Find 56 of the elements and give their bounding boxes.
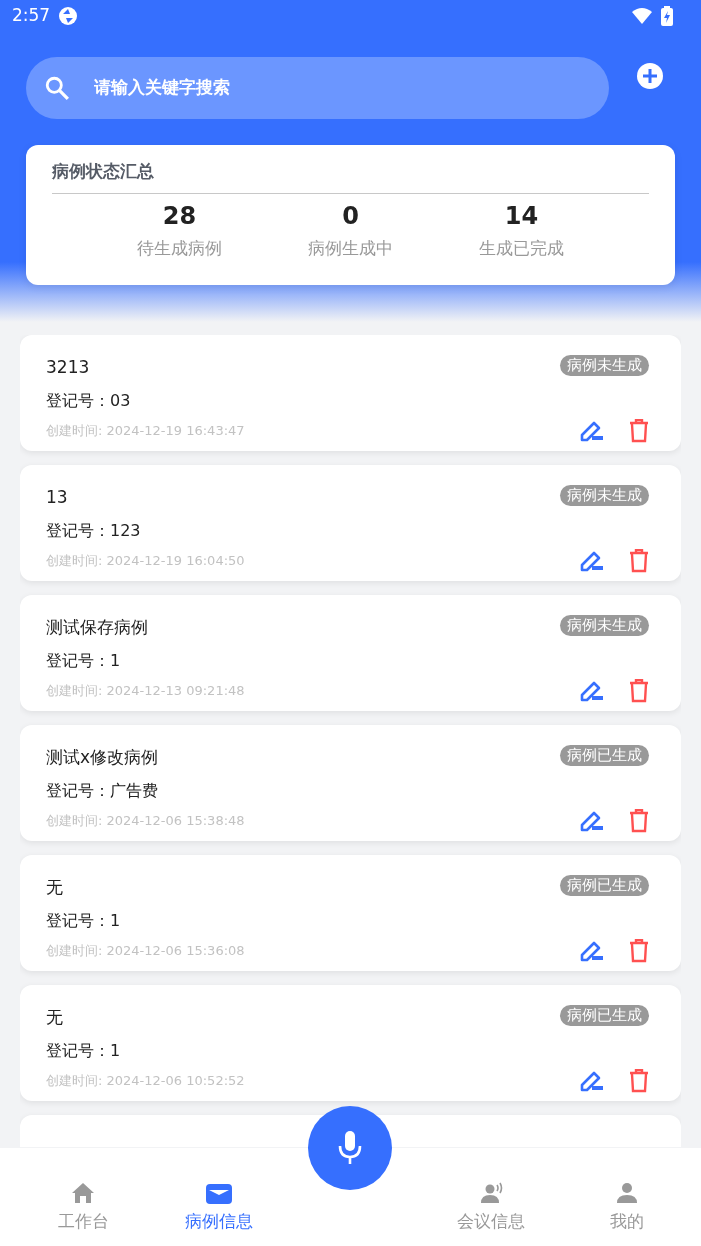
register-number: 登记号：1 (46, 909, 122, 932)
case-card[interactable]: 13 病例未生成 登记号：123 创建时间: 2024-12-19 16:04:50 (20, 465, 681, 581)
case-title: 测试保存病例 (46, 616, 148, 639)
tab[interactable]: 病例信息 (151, 1148, 288, 1246)
battery-icon (661, 6, 673, 26)
delete-icon[interactable] (629, 418, 649, 443)
case-card[interactable]: 无 病例已生成 登记号：1 创建时间: 2024-12-06 15:36:08 (20, 855, 681, 971)
case-title: 13 (46, 486, 68, 509)
delete-icon[interactable] (629, 548, 649, 573)
wifi-icon (631, 7, 653, 25)
created-time: 创建时间: 2024-12-06 10:52:52 (46, 1071, 245, 1090)
delete-icon[interactable] (629, 678, 649, 703)
case-card[interactable]: 无 病例已生成 登记号：1 创建时间: 2024-12-06 10:52:52 (20, 985, 681, 1101)
microphone-icon (337, 1131, 363, 1165)
delete-icon[interactable] (629, 808, 649, 833)
created-time: 创建时间: 2024-12-06 15:36:08 (46, 941, 245, 960)
stat-label: 生成已完成 (478, 237, 565, 261)
case-title: 3213 (46, 356, 90, 379)
home-icon (71, 1180, 96, 1205)
register-number: 登记号：03 (46, 389, 132, 412)
case-title: 无 (46, 876, 63, 899)
sync-icon (58, 6, 79, 26)
register-number: 登记号：123 (46, 519, 142, 542)
person-icon (614, 1180, 639, 1205)
register-number: 登记号：1 (46, 1039, 122, 1062)
person-speaking-icon (478, 1180, 503, 1205)
register-number: 登记号：1 (46, 649, 122, 672)
status-tag: 病例未生成 (560, 615, 649, 636)
case-title: 无 (46, 1006, 63, 1029)
created-time: 创建时间: 2024-12-19 16:43:47 (46, 421, 245, 440)
search-input[interactable]: 请输入关键字搜索 (92, 74, 492, 102)
delete-icon[interactable] (629, 938, 649, 963)
status-tag: 病例已生成 (560, 1005, 649, 1026)
stat-label: 待生成病例 (136, 237, 223, 261)
stat-label: 病例生成中 (307, 237, 394, 261)
delete-icon[interactable] (629, 1068, 649, 1093)
created-time: 创建时间: 2024-12-06 15:38:48 (46, 811, 245, 830)
search-field[interactable]: 请输入关键字搜索 (26, 57, 609, 119)
summary-title: 病例状态汇总 (52, 159, 649, 194)
status-time: 2:57 (12, 4, 51, 28)
register-number: 登记号：广告费 (46, 779, 159, 802)
status-tag: 病例已生成 (560, 745, 649, 766)
case-card[interactable]: 测试保存病例 病例未生成 登记号：1 创建时间: 2024-12-13 09:21:48 (20, 595, 681, 711)
status-tag: 病例已生成 (560, 875, 649, 896)
status-tag: 病例未生成 (560, 355, 649, 376)
add-icon[interactable] (636, 61, 664, 90)
created-time: 创建时间: 2024-12-19 16:04:50 (46, 551, 245, 570)
search-icon (44, 75, 70, 101)
stat-value: 14 (503, 201, 540, 231)
case-card[interactable]: 测试x修改病例 病例已生成 登记号：广告费 创建时间: 2024-12-06 15:38:48 (20, 725, 681, 841)
stat-value: 0 (341, 201, 360, 231)
stat-value: 28 (161, 201, 198, 231)
created-time: 创建时间: 2024-12-13 09:21:48 (46, 681, 245, 700)
status-tag: 病例未生成 (560, 485, 649, 506)
case-title: 测试x修改病例 (46, 746, 159, 769)
case-card[interactable]: 3213 病例未生成 登记号：03 创建时间: 2024-12-19 16:43:47 (20, 335, 681, 451)
